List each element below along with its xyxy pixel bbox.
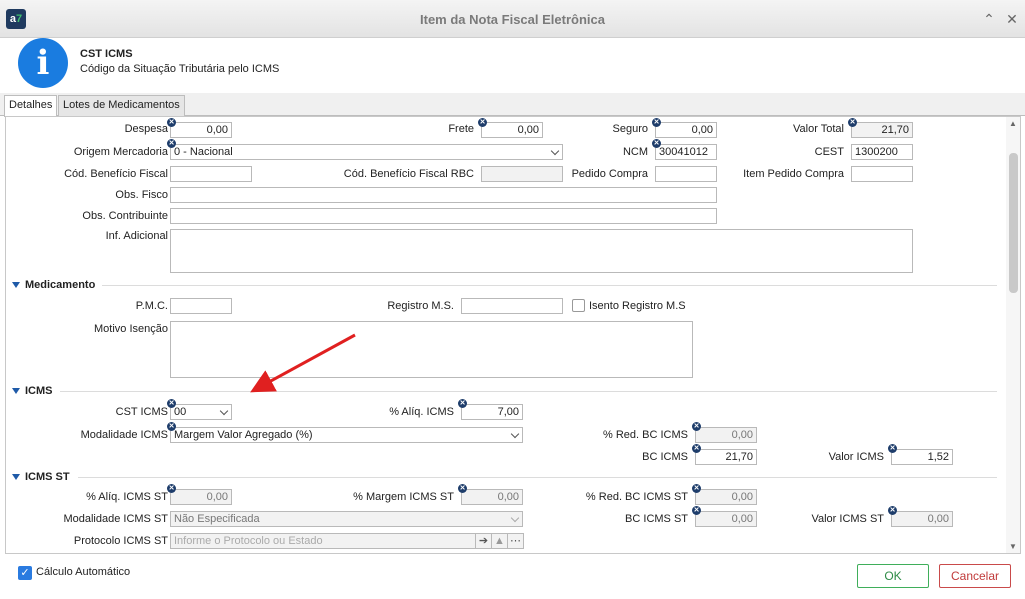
window-titlebar: a7 Item da Nota Fiscal Eletrônica ⌃ ✕ <box>0 0 1025 38</box>
annotation-arrow <box>250 333 356 393</box>
tab-bar: Detalhes Lotes de Medicamentos <box>0 93 1025 117</box>
header-subtitle: Código da Situação Tributária pelo ICMS <box>80 63 280 75</box>
details-panel: Despesa 0,00 ✕ Frete 0,00 ✕ Seguro 0,00 … <box>5 116 1021 554</box>
close-icon[interactable]: ✕ <box>1003 10 1021 28</box>
window-title: Item da Nota Fiscal Eletrônica <box>420 12 605 27</box>
scroll-down-icon[interactable]: ▼ <box>1009 542 1017 551</box>
scroll-up-icon[interactable]: ▲ <box>1009 119 1017 128</box>
header-title: CST ICMS <box>80 48 133 60</box>
footer: ✓ Cálculo Automático OK Cancelar <box>0 556 1025 599</box>
scroll-thumb[interactable] <box>1009 153 1018 293</box>
tab-detalhes[interactable]: Detalhes <box>4 95 58 117</box>
vertical-scrollbar[interactable]: ▲ ▼ <box>1006 117 1020 553</box>
ok-button[interactable]: OK <box>857 564 929 588</box>
header: i CST ICMS Código da Situação Tributária… <box>0 38 1025 93</box>
calculo-automatico-checkbox[interactable]: ✓ <box>18 566 32 580</box>
tab-lotes-medicamentos[interactable]: Lotes de Medicamentos <box>58 95 185 116</box>
cancel-button[interactable]: Cancelar <box>939 564 1011 588</box>
calculo-automatico-label: Cálculo Automático <box>36 566 131 578</box>
minimize-icon[interactable]: ⌃ <box>980 10 998 28</box>
info-icon: i <box>18 38 68 88</box>
